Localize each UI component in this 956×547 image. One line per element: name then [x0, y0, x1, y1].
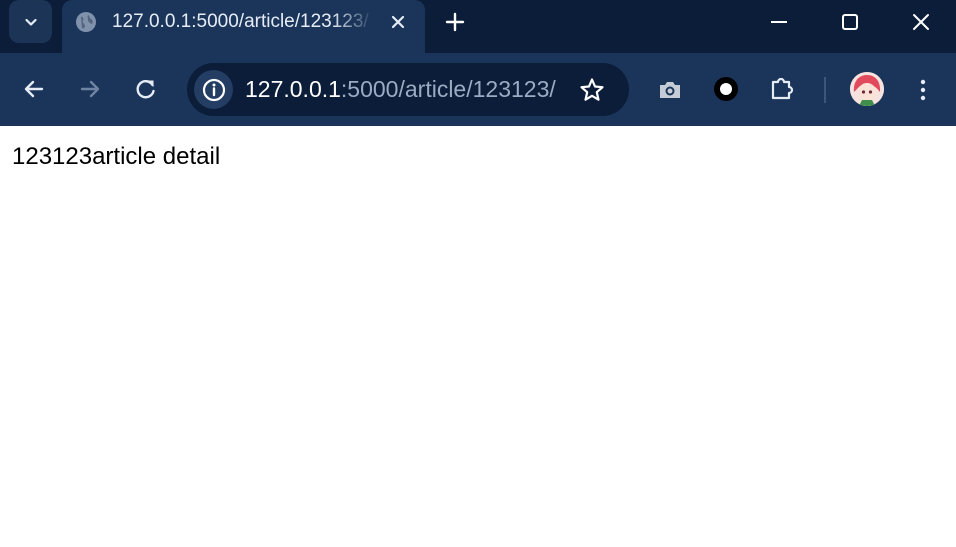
tab-title: 127.0.0.1:5000/article/123123/	[112, 11, 369, 32]
reload-icon[interactable]	[133, 76, 159, 102]
site-info-button[interactable]	[194, 70, 233, 109]
close-icon[interactable]	[388, 12, 408, 32]
camera-icon[interactable]	[657, 77, 683, 103]
info-icon	[202, 78, 225, 101]
minimize-icon[interactable]	[766, 9, 792, 35]
tab-active[interactable]: 127.0.0.1:5000/article/123123/	[62, 0, 425, 53]
ring-icon[interactable]	[713, 76, 739, 102]
arrow-left-icon[interactable]	[21, 76, 47, 102]
profile-picture	[850, 72, 884, 106]
star-icon[interactable]	[578, 76, 606, 104]
toolbar: 127.0.0.1:5000/article/123123/	[0, 53, 956, 126]
plus-icon[interactable]	[443, 10, 467, 34]
toolbar-divider	[824, 77, 826, 103]
tab-search-button[interactable]	[9, 0, 52, 43]
close-window-icon[interactable]	[908, 9, 934, 35]
page-content: 123123article detail	[0, 126, 956, 547]
puzzle-icon[interactable]	[769, 75, 795, 101]
chevron-down-icon	[24, 18, 37, 26]
maximize-icon[interactable]	[837, 9, 863, 35]
url-path: :5000/article/123123/	[340, 76, 556, 102]
tab-strip: 127.0.0.1:5000/article/123123/	[0, 0, 956, 53]
more-vertical-icon[interactable]	[910, 77, 936, 103]
url-text[interactable]: 127.0.0.1:5000/article/123123/	[245, 75, 556, 104]
address-bar[interactable]: 127.0.0.1:5000/article/123123/	[187, 63, 629, 116]
avatar[interactable]	[850, 72, 884, 106]
arrow-right-icon[interactable]	[77, 76, 103, 102]
browser-window: 127.0.0.1:5000/article/123123/ 127.0.0.1…	[0, 0, 956, 547]
globe-icon	[76, 12, 96, 32]
page-heading: 123123article detail	[12, 143, 221, 170]
url-host: 127.0.0.1	[245, 76, 341, 102]
